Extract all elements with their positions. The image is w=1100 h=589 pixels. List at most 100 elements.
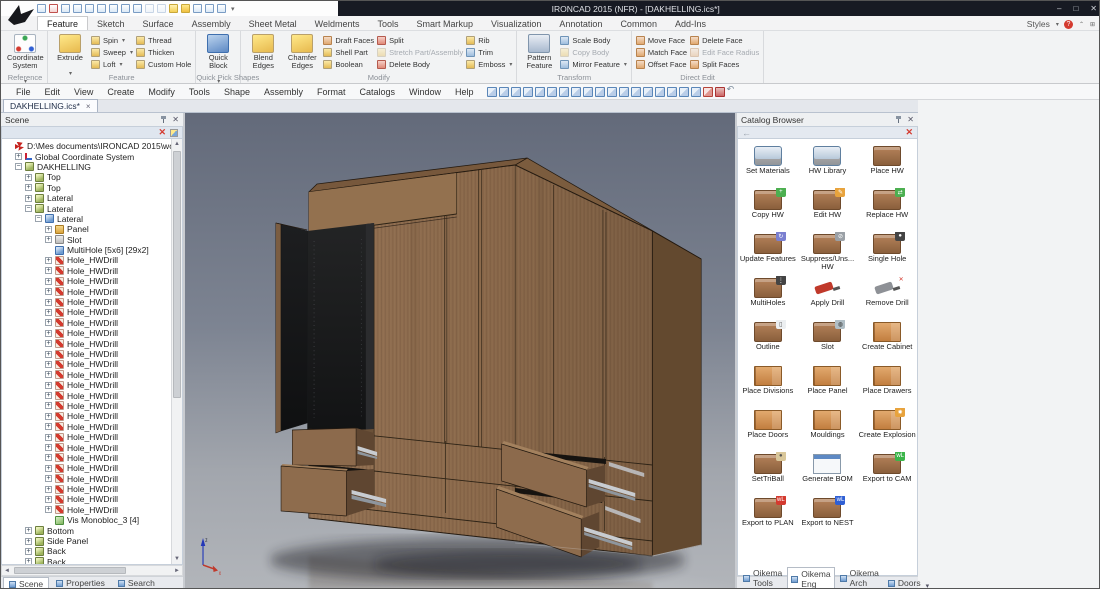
display-facet-icon[interactable]	[498, 86, 509, 97]
qat-customize-icon[interactable]: ▾	[231, 5, 235, 13]
tree-item-hole-hwdrill[interactable]: + Hole_HWDrill	[2, 328, 171, 338]
apply-drill-item[interactable]: Apply Drill	[798, 276, 858, 320]
outline-item[interactable]: ▯ Outline	[738, 320, 798, 364]
tab-tools[interactable]: Tools	[368, 17, 407, 30]
plus-expander-icon[interactable]: +	[45, 475, 52, 483]
thread-button[interactable]: Thread	[135, 35, 191, 46]
blend-edges-button[interactable]: Blend Edges	[245, 32, 281, 70]
split-button[interactable]: Split	[377, 35, 463, 46]
tab-add-ins[interactable]: Add-Ins	[666, 17, 715, 30]
trim-button[interactable]: Trim	[466, 47, 512, 58]
settriball-item[interactable]: ● SetTriBall	[738, 452, 798, 496]
copy-settings-icon[interactable]	[205, 4, 214, 13]
hw-library-item[interactable]: HW Library	[798, 144, 858, 188]
close-catalog-icon[interactable]: ✕	[905, 128, 913, 137]
mouldings-item[interactable]: Mouldings	[798, 408, 858, 452]
close-button[interactable]: ✕	[1090, 4, 1097, 13]
more-commands-icon[interactable]	[217, 4, 226, 13]
tab-assembly[interactable]: Assembly	[183, 17, 240, 30]
suppress-uns-hw-item[interactable]: ⊘ Suppress/Uns... HW	[798, 232, 858, 276]
plus-expander-icon[interactable]: +	[45, 319, 52, 327]
tab-smart-markup[interactable]: Smart Markup	[408, 17, 483, 30]
spin-button[interactable]: Spin ▾	[91, 35, 133, 46]
tree-item-hole-hwdrill[interactable]: + Hole_HWDrill	[2, 359, 171, 369]
tab-weldments[interactable]: Weldments	[306, 17, 369, 30]
zoom-extents-icon[interactable]	[654, 86, 665, 97]
plus-expander-icon[interactable]: +	[25, 184, 32, 192]
tree-item-hole-hwdrill[interactable]: + Hole_HWDrill	[2, 432, 171, 442]
pin-icon[interactable]	[160, 116, 167, 123]
minimize-button[interactable]: –	[1057, 4, 1061, 13]
plus-expander-icon[interactable]: +	[45, 360, 52, 368]
horizontal-scrollbar[interactable]: ◄ ►	[1, 565, 183, 576]
split-faces-button[interactable]: Split Faces	[690, 59, 759, 70]
plus-expander-icon[interactable]: +	[45, 464, 52, 472]
menu-modify[interactable]: Modify	[141, 87, 182, 97]
plus-expander-icon[interactable]: +	[45, 485, 52, 493]
plus-expander-icon[interactable]: +	[45, 225, 52, 233]
display-wireframe-icon[interactable]	[510, 86, 521, 97]
tab-sketch[interactable]: Sketch	[88, 17, 134, 30]
tab-common[interactable]: Common	[611, 17, 666, 30]
zoom-window-icon[interactable]	[666, 86, 677, 97]
open-folder-icon[interactable]	[85, 4, 94, 13]
copy-hw-item[interactable]: + Copy HW	[738, 188, 798, 232]
viewport-3d[interactable]: z x	[185, 113, 735, 588]
tree-item-dakhelling[interactable]: − DAKHELLING	[2, 162, 171, 172]
document-tab-close-icon[interactable]: ×	[86, 102, 91, 111]
camera-left-icon[interactable]	[594, 86, 605, 97]
plus-expander-icon[interactable]: +	[45, 308, 52, 316]
tree-item-hole-hwdrill[interactable]: + Hole_HWDrill	[2, 442, 171, 453]
import-doc-icon[interactable]	[61, 4, 70, 13]
help-icon[interactable]: ?	[1063, 19, 1073, 29]
catalog-tab-doors[interactable]: Doors	[884, 576, 925, 588]
menu-help[interactable]: Help	[448, 87, 481, 97]
scroll-up-icon[interactable]: ▲	[172, 139, 182, 149]
camera-perspective-icon[interactable]	[642, 86, 653, 97]
place-hw-item[interactable]: Place HW	[857, 144, 917, 188]
plus-expander-icon[interactable]: +	[45, 329, 52, 337]
minus-expander-icon[interactable]: −	[35, 215, 42, 223]
tree-item-global-coordinate-system[interactable]: + Global Coordinate System	[2, 151, 171, 162]
thicken-button[interactable]: Thicken	[135, 47, 191, 58]
display-shaded-icon[interactable]	[486, 86, 497, 97]
plus-expander-icon[interactable]: +	[45, 433, 52, 441]
edit-hw-item[interactable]: ✎ Edit HW	[798, 188, 858, 232]
save-icon[interactable]	[97, 4, 106, 13]
camera-right-icon[interactable]	[606, 86, 617, 97]
sphere-tool-icon[interactable]	[169, 4, 178, 13]
scroll-down-icon[interactable]: ▼	[172, 554, 182, 564]
tree-item-d-mes-documents-ironcad-2015-woodlab-2016[interactable]: D:\Mes documents\IRONCAD 2015\woodLAB-20…	[2, 141, 171, 151]
tab-annotation[interactable]: Annotation	[550, 17, 611, 30]
create-cabinet-item[interactable]: Create Cabinet	[857, 320, 917, 364]
tree-item-lateral[interactable]: + Lateral	[2, 193, 171, 203]
tree-item-hole-hwdrill[interactable]: + Hole_HWDrill	[2, 411, 171, 421]
hscrollbar-thumb[interactable]	[14, 567, 126, 574]
tree-item-hole-hwdrill[interactable]: + Hole_HWDrill	[2, 463, 171, 473]
plus-expander-icon[interactable]: +	[45, 454, 52, 462]
catalog-tab-oikema-tools[interactable]: Oikema Tools	[739, 566, 786, 588]
place-divisions-item[interactable]: Place Divisions	[738, 364, 798, 408]
sweep-button[interactable]: Sweep ▾	[91, 47, 133, 58]
plus-expander-icon[interactable]: +	[45, 298, 52, 306]
styles-caret-icon[interactable]: ▾	[1056, 21, 1059, 28]
plus-expander-icon[interactable]: +	[25, 558, 32, 564]
tree-item-hole-hwdrill[interactable]: + Hole_HWDrill	[2, 390, 171, 401]
back-icon[interactable]: ←	[742, 128, 751, 138]
shell-part-button[interactable]: Shell Part	[323, 47, 374, 58]
tab-visualization[interactable]: Visualization	[482, 17, 550, 30]
remove-drill-item[interactable]: ✕ Remove Drill	[857, 276, 917, 320]
menu-create[interactable]: Create	[100, 87, 141, 97]
find-in-scene-icon[interactable]	[170, 128, 178, 137]
tab-overflow-icon[interactable]: ▾	[926, 582, 933, 588]
delete-item-icon[interactable]: ✕	[158, 128, 166, 137]
boolean-button[interactable]: Boolean	[323, 59, 374, 70]
redo-icon[interactable]	[157, 4, 166, 13]
tree-item-vis-monobloc-3-4[interactable]: Vis Monobloc_3 [4]	[2, 515, 171, 525]
scroll-left-icon[interactable]: ◄	[2, 568, 12, 574]
mirror-feature-button[interactable]: Mirror Feature ▾	[560, 59, 627, 70]
move-face-button[interactable]: Move Face	[635, 35, 687, 46]
pin-icon[interactable]	[895, 116, 902, 123]
camera-back-icon[interactable]	[582, 86, 593, 97]
clipping-icon[interactable]	[702, 86, 713, 97]
